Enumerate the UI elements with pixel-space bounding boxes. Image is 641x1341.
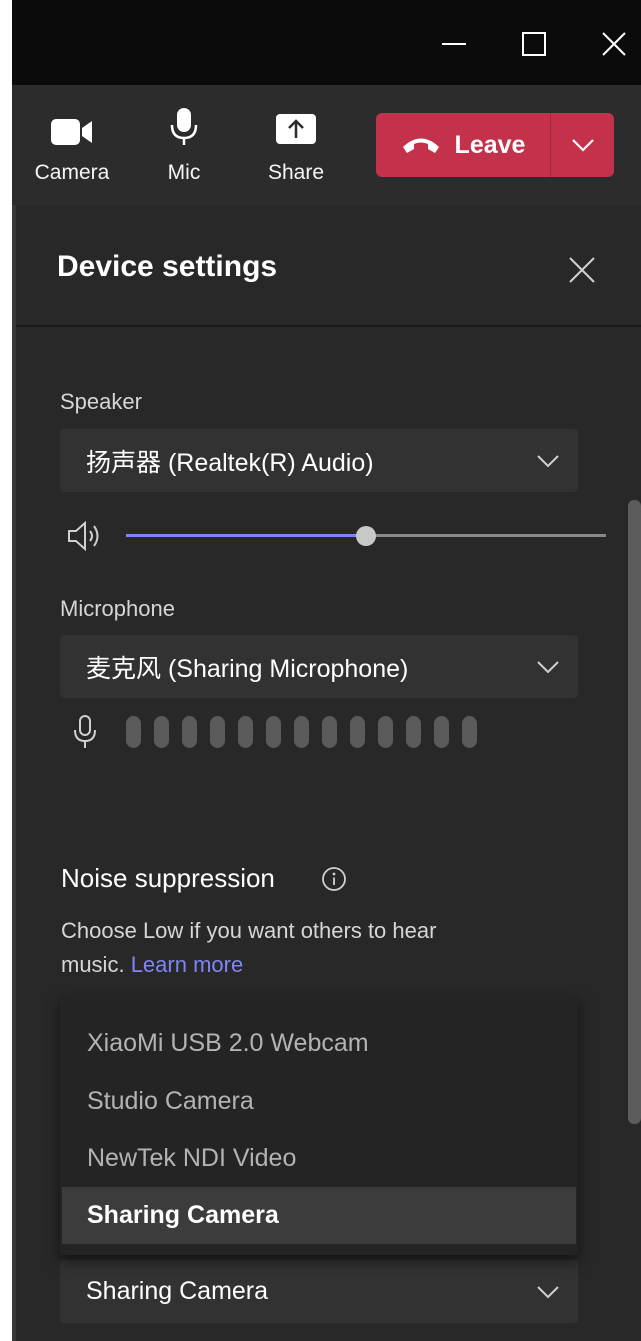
noise-desc-text: Choose Low if you want others to hear mu… (61, 918, 437, 977)
speaker-volume-icon (68, 520, 99, 552)
header-divider (16, 325, 641, 327)
volume-slider-fill (126, 534, 366, 537)
panel-close-button[interactable] (560, 248, 604, 292)
speaker-label: Speaker (60, 389, 142, 414)
minimize-icon (442, 43, 466, 45)
microphone-select[interactable]: 麦克风 (Sharing Microphone) (60, 635, 578, 698)
window-edge (0, 0, 12, 1341)
leave-label: Leave (454, 130, 526, 159)
noise-suppression-description: Choose Low if you want others to hear mu… (61, 914, 501, 982)
camera-icon (51, 119, 92, 145)
leave-button-group: Leave (376, 113, 614, 177)
leave-button[interactable]: Leave (376, 113, 550, 177)
noise-suppression-title: Noise suppression (61, 863, 275, 893)
mic-level-bar (238, 716, 253, 748)
mic-level-bar (126, 716, 141, 748)
speaker-value: 扬声器 (Realtek(R) Audio) (86, 448, 374, 477)
close-icon (569, 257, 595, 283)
mic-level-bar (294, 716, 309, 748)
camera-button[interactable]: Camera (30, 85, 114, 205)
panel-title: Device settings (57, 250, 278, 283)
panel-scrollbar[interactable] (628, 500, 641, 1124)
camera-option[interactable]: Studio Camera (62, 1073, 576, 1130)
chevron-down-icon (571, 139, 594, 152)
camera-select[interactable]: Sharing Camera (60, 1260, 578, 1323)
learn-more-link[interactable]: Learn more (131, 952, 244, 977)
mic-level-bar (462, 716, 477, 748)
chevron-down-icon (537, 1285, 559, 1298)
minimize-button[interactable] (424, 14, 484, 74)
mic-label: Mic (167, 161, 201, 184)
microphone-level-icon (74, 715, 96, 748)
mic-button[interactable]: Mic (154, 85, 214, 205)
mic-icon (170, 108, 198, 145)
mic-level-bar (154, 716, 169, 748)
chevron-down-icon (537, 660, 559, 673)
share-button[interactable]: Share (264, 85, 328, 205)
share-icon (276, 114, 316, 144)
mic-level-bar (434, 716, 449, 748)
camera-label: Camera (34, 161, 110, 184)
mic-level-bar (378, 716, 393, 748)
camera-dropdown-list: XiaoMi USB 2.0 Webcam Studio Camera NewT… (60, 995, 578, 1255)
chevron-down-icon (537, 454, 559, 467)
mic-level-bar (210, 716, 225, 748)
maximize-button[interactable] (504, 14, 564, 74)
phone-hangup-icon (402, 138, 439, 153)
close-icon (602, 32, 626, 56)
leave-options-button[interactable] (551, 113, 614, 177)
window-close-button[interactable] (584, 14, 641, 74)
camera-option[interactable]: XiaoMi USB 2.0 Webcam (62, 1015, 576, 1072)
camera-value: Sharing Camera (86, 1277, 269, 1305)
mic-level-bar (406, 716, 421, 748)
mic-level-bar (182, 716, 197, 748)
camera-option-selected[interactable]: Sharing Camera (62, 1187, 576, 1244)
microphone-value: 麦克风 (Sharing Microphone) (86, 654, 409, 683)
mic-level-meter (126, 716, 477, 748)
info-icon[interactable] (321, 866, 347, 892)
microphone-label: Microphone (60, 596, 175, 621)
maximize-icon (522, 32, 546, 56)
speaker-select[interactable]: 扬声器 (Realtek(R) Audio) (60, 429, 578, 492)
share-label: Share (267, 161, 325, 184)
volume-slider-thumb[interactable] (356, 526, 376, 546)
mic-level-bar (322, 716, 337, 748)
mic-level-bar (266, 716, 281, 748)
camera-option[interactable]: NewTek NDI Video (62, 1130, 576, 1187)
mic-level-bar (350, 716, 365, 748)
